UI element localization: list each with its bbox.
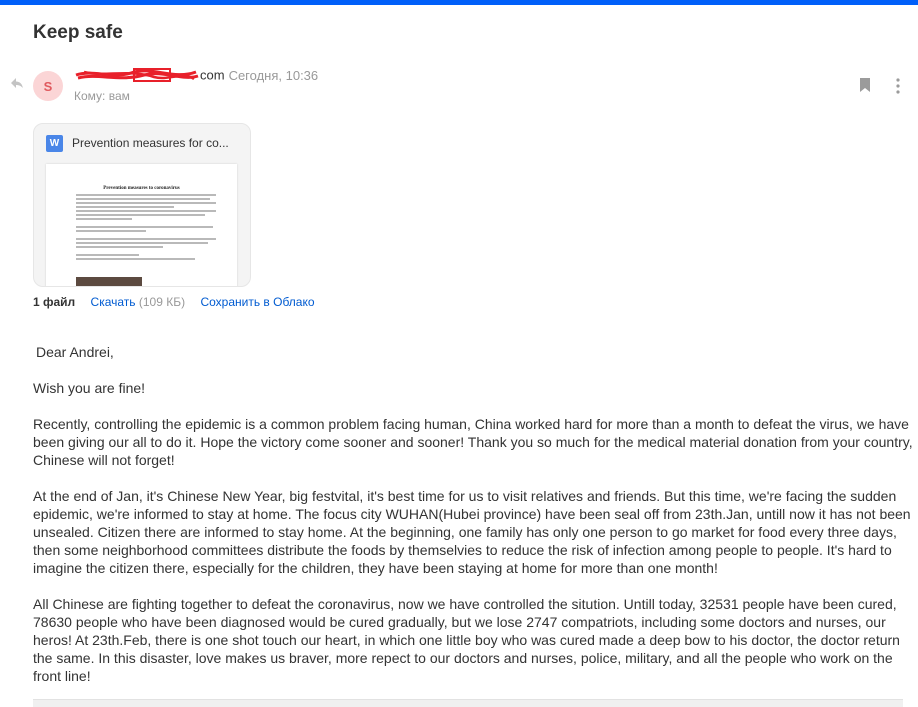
email-date: Сегодня, 10:36 <box>228 67 319 83</box>
body-paragraph: Wish you are fine! <box>33 380 146 396</box>
more-icon[interactable] <box>896 78 900 94</box>
document-preview-lines <box>76 194 216 262</box>
document-preview-image <box>76 277 142 286</box>
top-accent-bar <box>0 0 918 5</box>
redacted-sender-name <box>75 68 199 82</box>
document-preview: Prevention measures to coronavirus <box>46 164 237 286</box>
file-size: (109 КБ) <box>138 295 186 309</box>
document-preview-title: Prevention measures to coronavirus <box>103 186 180 191</box>
attachment-actions: 1 файл Скачать (109 КБ) Сохранить в Обла… <box>33 295 315 309</box>
attachment-name: Prevention measures for co... <box>72 136 229 150</box>
word-doc-icon: W <box>46 135 63 152</box>
recipient-line: Кому: вам <box>74 89 130 103</box>
body-paragraph: Recently, controlling the epidemic is a … <box>33 416 913 468</box>
reply-icon[interactable] <box>10 76 24 90</box>
email-subject: Keep safe <box>33 22 123 43</box>
download-link[interactable]: Скачать <box>91 295 136 309</box>
greeting: Dear Andrei, <box>36 344 114 360</box>
save-to-cloud-link[interactable]: Сохранить в Облако <box>200 295 314 309</box>
body-paragraph: All Chinese are fighting together to def… <box>33 596 900 684</box>
body-paragraph: At the end of Jan, it's Chinese New Year… <box>33 488 911 576</box>
file-count: 1 файл <box>33 295 76 309</box>
sender-email-tail: com <box>200 67 225 83</box>
sender-avatar: S <box>33 71 63 101</box>
bookmark-icon[interactable] <box>859 78 871 92</box>
email-body: Dear Andrei, Wish you are fine! Recently… <box>33 343 915 703</box>
sender-line: com Сегодня, 10:36 <box>74 66 318 86</box>
attachment-card[interactable]: W Prevention measures for co... Preventi… <box>33 123 251 287</box>
